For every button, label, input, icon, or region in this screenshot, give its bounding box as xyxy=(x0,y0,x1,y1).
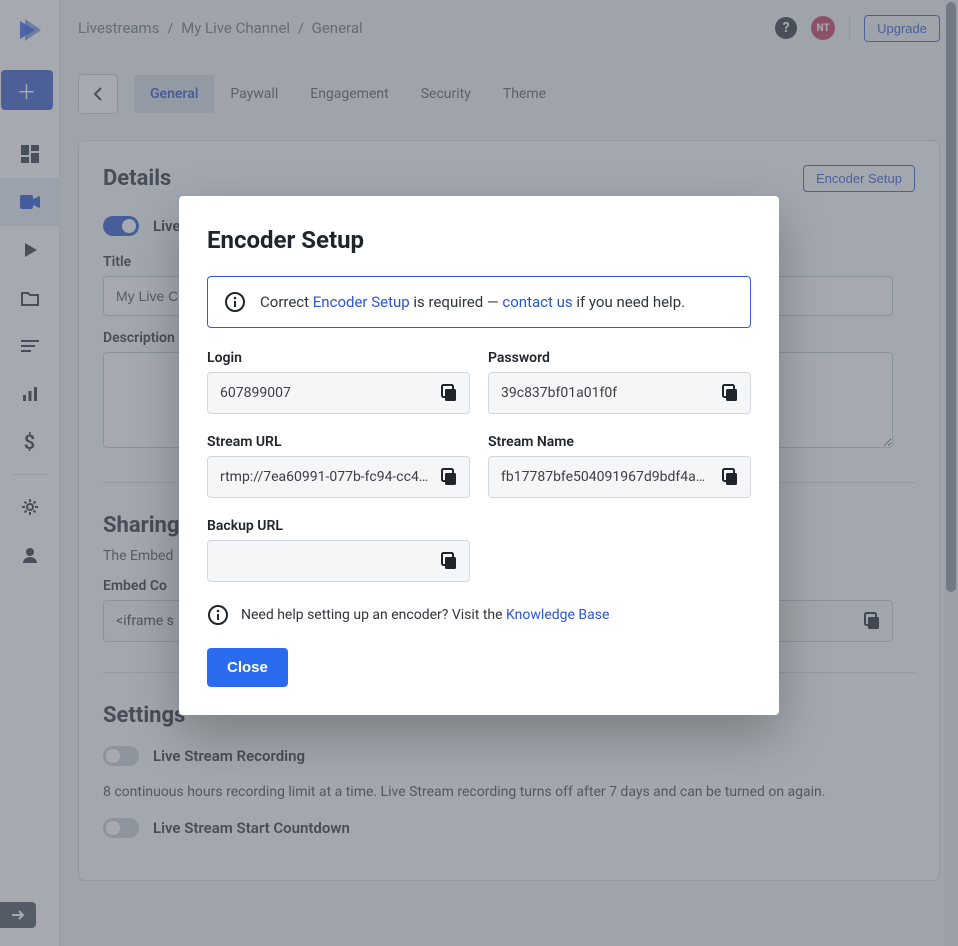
copy-icon[interactable] xyxy=(439,467,459,487)
copy-icon[interactable] xyxy=(439,383,459,403)
encoder-setup-modal: Encoder Setup Correct Encoder Setup is r… xyxy=(179,196,779,715)
backup-field xyxy=(207,540,470,582)
copy-icon[interactable] xyxy=(720,383,740,403)
password-value: 39c837bf01a01f0f xyxy=(501,385,712,401)
info-icon xyxy=(207,604,229,626)
streamurl-field: rtmp://7ea60991-077b-fc94-cc4… xyxy=(207,456,470,498)
info-icon xyxy=(224,291,246,313)
password-field: 39c837bf01a01f0f xyxy=(488,372,751,414)
notice-link-contact[interactable]: contact us xyxy=(502,293,572,311)
streamurl-label: Stream URL xyxy=(207,434,470,450)
notice-link-encoder[interactable]: Encoder Setup xyxy=(313,293,410,311)
streamname-label: Stream Name xyxy=(488,434,751,450)
login-field: 607899007 xyxy=(207,372,470,414)
backup-label: Backup URL xyxy=(207,518,470,534)
modal-help: Need help setting up an encoder? Visit t… xyxy=(207,604,751,626)
streamname-field: fb17787bfe504091967d9bdf4a… xyxy=(488,456,751,498)
streamurl-value: rtmp://7ea60991-077b-fc94-cc4… xyxy=(220,469,431,485)
knowledge-base-link[interactable]: Knowledge Base xyxy=(506,607,609,623)
modal-notice: Correct Encoder Setup is required — cont… xyxy=(207,276,751,328)
password-label: Password xyxy=(488,350,751,366)
copy-icon[interactable] xyxy=(439,551,459,571)
login-label: Login xyxy=(207,350,470,366)
notice-text: Correct xyxy=(260,293,313,311)
streamname-value: fb17787bfe504091967d9bdf4a… xyxy=(501,469,712,485)
login-value: 607899007 xyxy=(220,385,431,401)
close-button[interactable]: Close xyxy=(207,648,288,687)
copy-icon[interactable] xyxy=(720,467,740,487)
modal-title: Encoder Setup xyxy=(207,226,751,254)
